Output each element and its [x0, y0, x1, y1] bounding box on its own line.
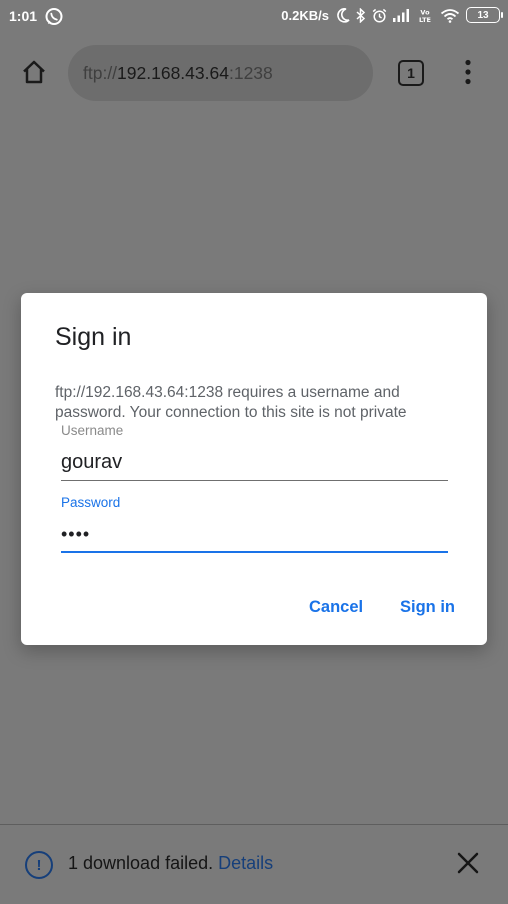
whatsapp-icon	[44, 7, 64, 27]
url-port: :1238	[228, 62, 273, 83]
url-host: 192.168.43.64	[117, 62, 229, 83]
password-value: ••••	[61, 524, 91, 544]
close-icon	[457, 852, 479, 879]
tab-switcher-button[interactable]: 1	[398, 60, 424, 86]
wifi-icon	[440, 8, 460, 23]
close-infobar-button[interactable]	[454, 851, 482, 879]
download-message: 1 download failed. Details	[68, 853, 273, 874]
info-icon: !	[25, 851, 53, 879]
dialog-message: ftp://192.168.43.64:1238 requires a user…	[55, 384, 407, 421]
more-vert-icon	[464, 59, 472, 90]
download-infobar: ! 1 download failed. Details	[0, 824, 508, 904]
svg-text:LTE: LTE	[419, 16, 431, 23]
moon-icon	[337, 7, 350, 23]
password-input[interactable]: ••••	[61, 519, 448, 553]
sign-in-button[interactable]: Sign in	[400, 598, 455, 617]
volte-icon: Vo LTE	[416, 8, 434, 23]
username-value: gourav	[61, 451, 123, 473]
url-bar[interactable]: ftp://192.168.43.64:1238	[68, 45, 373, 101]
signal-icon	[393, 8, 410, 22]
status-time: 1:01	[9, 8, 38, 24]
username-label: Username	[61, 423, 124, 438]
password-label: Password	[61, 495, 121, 510]
menu-button[interactable]	[455, 58, 481, 90]
tab-count: 1	[407, 65, 415, 81]
browser-toolbar: ftp://192.168.43.64:1238 1	[0, 34, 508, 112]
battery-level: 13	[477, 9, 489, 21]
dialog-title: Sign in	[55, 323, 132, 351]
status-bar: 1:01 0.2KB/s Vo LTE 13	[0, 0, 508, 34]
details-link[interactable]: Details	[218, 853, 273, 873]
alarm-icon	[372, 8, 387, 23]
download-failed-text: 1 download failed.	[68, 853, 214, 873]
status-right-group: 0.2KB/s Vo LTE 13	[281, 7, 503, 23]
username-input[interactable]: gourav	[61, 447, 448, 481]
url-scheme: ftp://	[83, 62, 118, 83]
bluetooth-icon	[356, 7, 366, 23]
cancel-button[interactable]: Cancel	[309, 598, 363, 617]
home-button[interactable]	[14, 54, 54, 94]
sign-in-dialog: Sign in ftp://192.168.43.64:1238 require…	[21, 293, 487, 645]
network-speed: 0.2KB/s	[281, 7, 329, 23]
battery-icon: 13	[466, 7, 503, 23]
home-icon	[20, 58, 48, 91]
